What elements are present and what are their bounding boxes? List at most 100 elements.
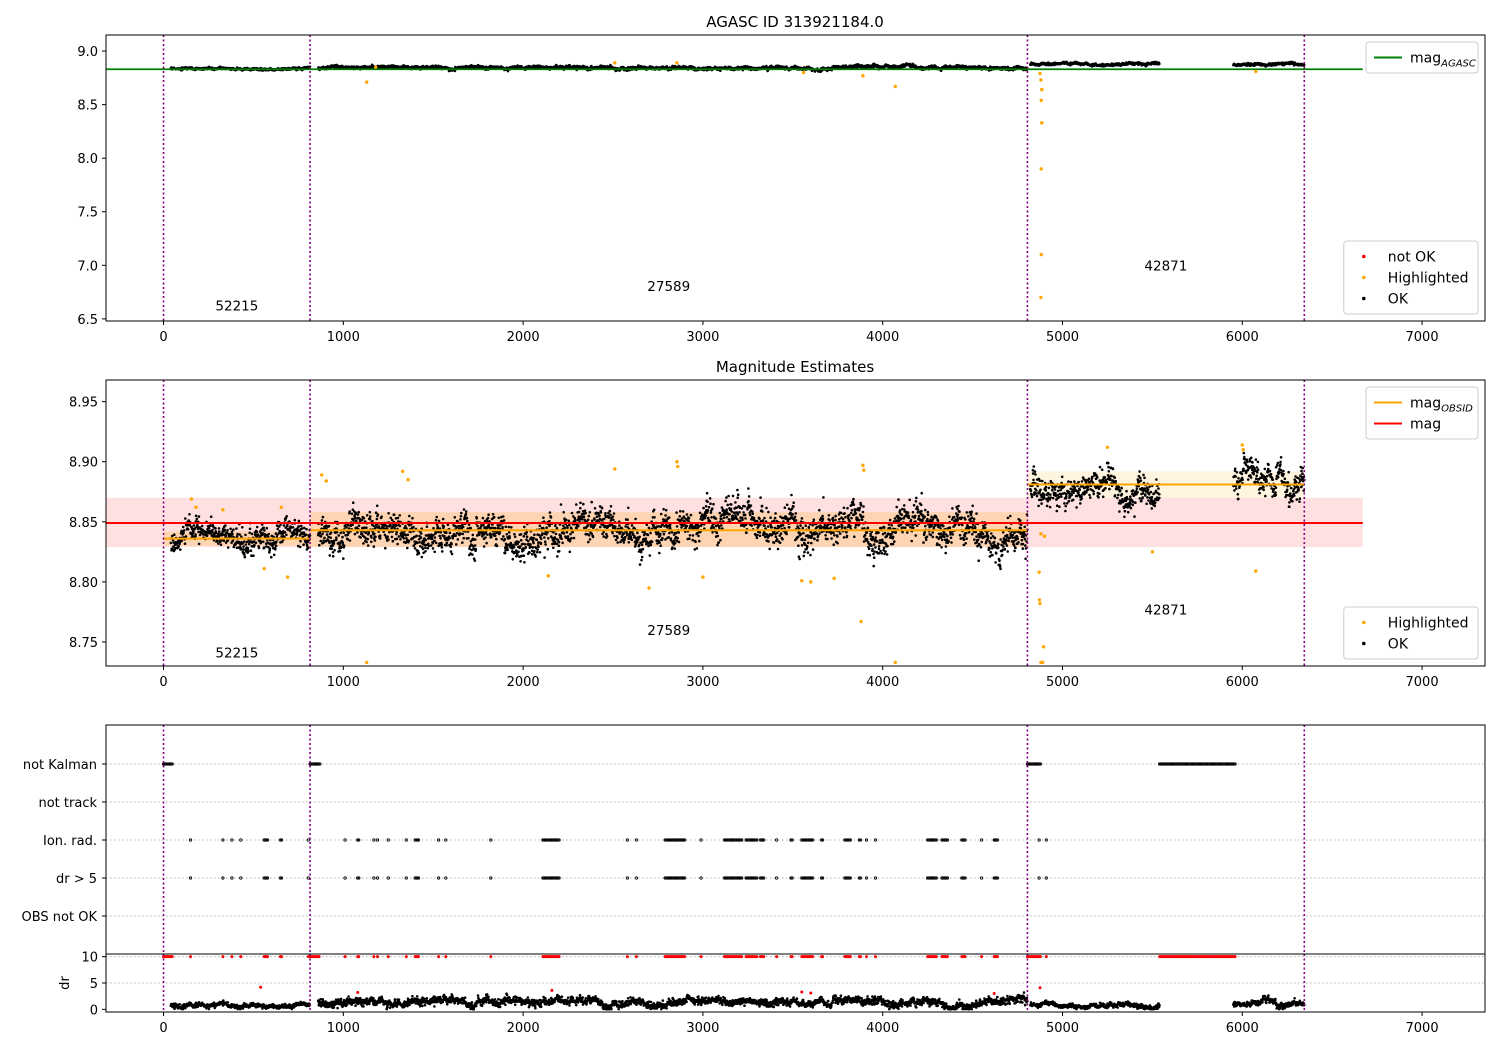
middle-ok-point: [286, 524, 289, 528]
top-0-legend: magAGASC: [1365, 41, 1479, 74]
middle-ok-point: [433, 550, 437, 554]
top-highlighted-point: [893, 84, 897, 89]
middle-ok-point: [302, 526, 306, 530]
middle-ok-point: [169, 541, 173, 545]
middle-ok-point: [384, 546, 387, 550]
top-xtick-label: 1000: [327, 330, 360, 345]
middle-ok-point: [376, 513, 380, 516]
middle-ok-point: [321, 532, 324, 536]
middle-ok-point: [462, 536, 466, 540]
middle-ok-point: [182, 529, 186, 532]
middle-ok-point: [184, 535, 188, 538]
middle-ok-point: [179, 548, 182, 551]
middle-ok-point: [456, 538, 460, 541]
top-highlighted-point: [1039, 167, 1043, 171]
middle-ok-point: [345, 526, 348, 529]
top-highlighted-point: [1254, 69, 1258, 74]
top-xtick-label: 6000: [1226, 330, 1259, 345]
middle-ok-point: [399, 538, 402, 541]
middle-ok-point: [482, 523, 485, 527]
middle-ok-point: [396, 542, 399, 546]
middle-ok-point: [328, 554, 332, 557]
middle-ok-point: [217, 527, 221, 530]
middle-ok-point: [513, 532, 516, 536]
middle-ok-point: [522, 548, 525, 552]
middle-ok-point: [366, 537, 370, 541]
top-ytick-label: 8.5: [77, 99, 98, 114]
middle-ok-point: [453, 516, 457, 519]
middle-ok-point: [431, 542, 435, 545]
middle-ok-point: [318, 543, 321, 547]
middle-ok-point: [207, 526, 211, 530]
top-highlighted-point: [1039, 295, 1043, 300]
middle-ok-point: [512, 546, 516, 549]
middle-ok-point: [247, 550, 250, 553]
middle-ok-point: [379, 537, 382, 540]
middle-ok-point: [511, 557, 515, 561]
middle-ok-point: [211, 528, 214, 532]
middle-ok-point: [215, 539, 219, 543]
middle-ok-point: [473, 544, 477, 547]
top-1-legend-label: OK: [1388, 292, 1409, 308]
middle-ok-point: [522, 535, 526, 538]
middle-ok-point: [285, 515, 289, 518]
middle-ok-point: [354, 511, 358, 515]
middle-ok-point: [433, 536, 437, 539]
middle-ok-point: [516, 553, 519, 557]
middle-ok-point: [532, 536, 535, 540]
middle-ok-point: [429, 544, 433, 547]
middle-ok-point: [243, 553, 246, 557]
middle-ok-point: [464, 510, 468, 513]
middle-ok-point: [462, 508, 466, 511]
top-highlighted-point: [1040, 87, 1044, 92]
middle-ok-point: [322, 541, 326, 544]
middle-ok-point: [519, 539, 523, 542]
top-highlighted-point: [373, 65, 378, 69]
middle-ok-point: [351, 501, 355, 505]
top-xtick-label: 2000: [507, 330, 540, 345]
middle-ok-point: [267, 532, 271, 536]
middle-ok-point: [421, 547, 425, 551]
top-ytick-label: 8.0: [77, 152, 98, 167]
top-ytick-label: 6.5: [77, 313, 98, 328]
middle-ok-point: [197, 542, 201, 546]
middle-ok-point: [254, 541, 258, 544]
middle-ok-point: [339, 531, 343, 535]
middle-ok-point: [450, 552, 454, 556]
middle-ok-point: [173, 533, 176, 536]
top-1-legend-dot-swatch: [1362, 254, 1366, 259]
middle-ok-point: [471, 533, 475, 537]
middle-ok-point: [242, 545, 245, 548]
top-obs-label: 52215: [215, 298, 258, 314]
middle-ok-point: [434, 518, 438, 522]
middle-ok-point: [320, 519, 324, 522]
middle-ok-point: [249, 549, 253, 552]
middle-ok-point: [356, 531, 359, 534]
middle-ok-point: [431, 547, 435, 550]
middle-ok-point: [372, 545, 376, 548]
middle-ok-point: [468, 547, 471, 550]
middle-ok-point: [300, 527, 304, 530]
middle-ok-point: [298, 545, 302, 549]
middle-ok-point: [395, 537, 399, 541]
middle-ok-point: [539, 537, 543, 541]
middle-ok-point: [486, 516, 490, 520]
middle-ok-point: [226, 528, 229, 532]
middle-ok-point: [319, 539, 323, 543]
middle-ok-point: [325, 533, 329, 536]
middle-ok-point: [419, 536, 423, 539]
middle-ok-point: [461, 525, 465, 529]
middle-ok-point: [229, 527, 232, 531]
middle-ok-point: [418, 541, 422, 544]
middle-ok-point: [510, 526, 513, 529]
middle-ok-point: [496, 523, 500, 527]
top-ok-point: [1158, 62, 1161, 66]
middle-ok-point: [437, 519, 441, 523]
middle-ok-point: [536, 548, 539, 551]
middle-ok-point: [182, 531, 185, 535]
middle-ok-point: [194, 534, 197, 538]
middle-ok-point: [519, 560, 522, 563]
middle-ok-point: [262, 526, 266, 530]
middle-ok-point: [484, 536, 487, 539]
middle-ok-point: [380, 515, 383, 518]
